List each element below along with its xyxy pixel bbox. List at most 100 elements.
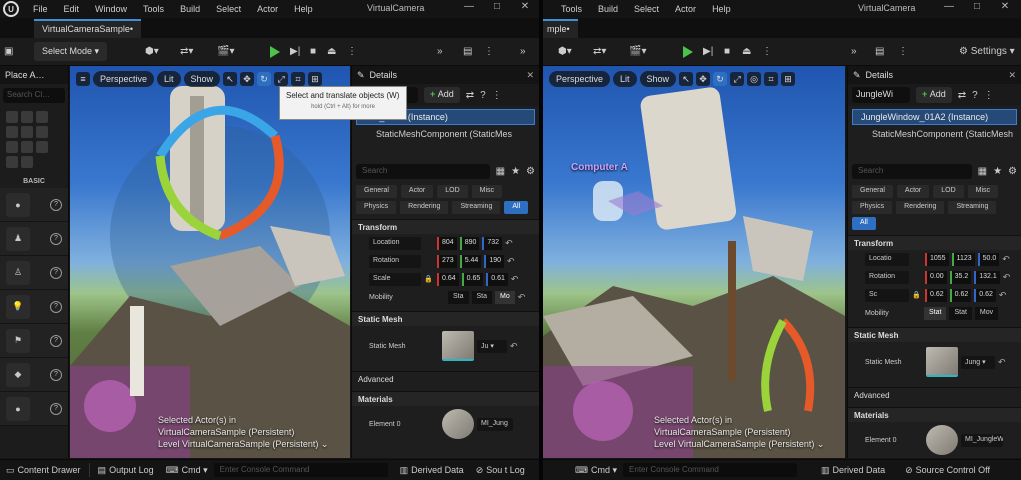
menu-actor[interactable]: Actor (249, 4, 286, 14)
material-dropdown[interactable]: MI_Jung (477, 417, 513, 431)
location-x[interactable]: 804 (437, 236, 457, 250)
component-staticmesh-row[interactable]: StaticMeshComponent (StaticMes (356, 127, 535, 143)
scale-tool-icon[interactable]: ⤢ (730, 72, 745, 86)
filter-physics[interactable]: Physics (852, 201, 893, 214)
help-icon[interactable]: ? (50, 232, 62, 245)
rotation-z[interactable]: 190 (484, 254, 504, 268)
blueprint-icon[interactable]: ⇄▾ (180, 43, 193, 60)
show-button[interactable]: Show (183, 71, 221, 87)
tab-virtualcamerasample[interactable]: mple• (543, 19, 578, 38)
mesh-thumbnail[interactable] (442, 331, 474, 361)
select-tool-icon[interactable]: ↖ (223, 72, 238, 86)
close-icon[interactable]: ✕ (991, 1, 1019, 12)
static-mesh-section[interactable]: Static Mesh (848, 327, 1021, 342)
menu-select[interactable]: Select (626, 4, 667, 14)
menu-build[interactable]: Build (590, 4, 626, 14)
derived-data-button[interactable]: ▥ Derived Data (394, 465, 470, 476)
location-z[interactable]: 732 (482, 236, 503, 250)
mesh-dropdown[interactable]: Jung ▾ (961, 355, 995, 369)
level-viewport-a[interactable]: ≡ Perspective Lit Show ↖ ✥ ↻ ⤢ ⌗ ⊞ Selec… (70, 66, 350, 458)
console-input[interactable]: Enter Console Command (623, 463, 798, 477)
recent-icon[interactable] (6, 111, 18, 123)
actor-item-cube[interactable]: ●? (0, 188, 68, 222)
rotation-z[interactable]: 132.1 (974, 270, 1000, 284)
advanced-section[interactable]: Advanced (848, 387, 1021, 402)
blueprint-icon[interactable]: ⇄ (958, 90, 966, 101)
perspective-button[interactable]: Perspective (93, 71, 155, 87)
source-control-button[interactable]: ⊘ Sou t Log (470, 465, 531, 476)
cinematics-icon[interactable]: 🎬▾ (629, 43, 646, 60)
lights-icon[interactable] (36, 111, 48, 123)
rotate-tool-icon[interactable]: ↻ (257, 72, 272, 86)
play-button[interactable] (683, 43, 693, 60)
help-icon[interactable]: ? (50, 266, 62, 279)
filter-all[interactable]: All (504, 201, 529, 214)
expand-toolbar-icon[interactable]: » (437, 43, 443, 60)
scale-dropdown[interactable]: Scale (369, 272, 421, 286)
browse-icon[interactable]: ↶ (510, 341, 518, 352)
translate-tool-icon[interactable]: ✥ (696, 72, 711, 86)
geometry-icon[interactable] (36, 126, 48, 138)
details-search-input[interactable]: Search (852, 163, 972, 179)
menu-actor[interactable]: Actor (667, 4, 704, 14)
perspective-button[interactable]: Perspective (549, 71, 611, 87)
rotation-x[interactable]: 0.00 (925, 270, 947, 284)
minimize-icon[interactable]: — (455, 1, 483, 12)
maximize-icon[interactable]: □ (483, 1, 511, 12)
stop-icon[interactable]: ■ (310, 43, 316, 60)
add-component-button[interactable]: + Add (916, 87, 952, 103)
filter-rendering[interactable]: Rendering (400, 201, 449, 214)
save-icon[interactable]: ▣ (4, 43, 13, 60)
transform-section[interactable]: Transform (352, 219, 539, 234)
level-viewport-b[interactable]: Computer A Perspective Lit Show ↖ ✥ ↻ ⤢ … (543, 66, 845, 458)
mobility-stationary[interactable]: Sta (471, 290, 493, 304)
filter-general[interactable]: General (852, 185, 893, 198)
console-input[interactable]: Enter Console Command (213, 463, 388, 477)
scale-y[interactable]: 0.62 (949, 288, 972, 302)
settings-button[interactable]: ⚙ Settings ▾ (959, 43, 1015, 60)
location-dropdown[interactable]: Locatio (865, 252, 909, 266)
star-icon[interactable]: ★ (993, 166, 1002, 177)
shapes-icon[interactable] (21, 111, 33, 123)
scale-z[interactable]: 0.61 (486, 272, 508, 286)
scale-dropdown[interactable]: Sc (865, 288, 909, 302)
filter-streaming[interactable]: Streaming (452, 201, 501, 214)
filter-misc[interactable]: Misc (471, 185, 503, 198)
menu-file[interactable]: File (25, 4, 56, 14)
mobility-movable[interactable]: Mo (495, 290, 515, 304)
mobility-static[interactable]: Sta (448, 290, 469, 304)
filter-misc[interactable]: Misc (967, 185, 999, 198)
details-tab[interactable]: ✎ Details ✕ (848, 66, 1021, 84)
advance-frame-icon[interactable]: ▶| (290, 43, 300, 60)
mobility-stationary[interactable]: Stat (949, 306, 972, 320)
level-line[interactable]: Level VirtualCameraSample (Persistent) ⌄ (654, 438, 824, 450)
reset-icon[interactable]: ↶ (999, 290, 1007, 301)
expand-right-icon[interactable]: » (520, 43, 526, 60)
add-component-button[interactable]: + Add (424, 87, 460, 103)
mesh-dropdown[interactable]: Ju ▾ (477, 339, 507, 353)
close-tab-icon[interactable]: ✕ (1008, 70, 1016, 81)
filter-lod[interactable]: LOD (437, 185, 468, 198)
filter-streaming[interactable]: Streaming (948, 201, 997, 214)
grid-snap-icon[interactable]: ⊞ (308, 72, 323, 86)
static-mesh-section[interactable]: Static Mesh (352, 311, 539, 326)
more-options-icon[interactable]: ⋮ (347, 43, 357, 60)
menu-edit[interactable]: Edit (56, 4, 88, 14)
extra-icon[interactable] (21, 156, 33, 168)
materials-section[interactable]: Materials (352, 391, 539, 406)
component-staticmesh-row[interactable]: StaticMeshComponent (StaticMesh (852, 127, 1017, 143)
table-view-icon[interactable]: ▦ (978, 166, 987, 177)
scale-y[interactable]: 0.65 (461, 272, 484, 286)
menu-build[interactable]: Build (172, 4, 208, 14)
actor-name-field[interactable]: JungleWi (852, 87, 910, 103)
filter-actor[interactable]: Actor (400, 185, 434, 198)
help-icon[interactable]: ? (50, 300, 62, 313)
eject-icon[interactable]: ⏏ (327, 43, 336, 60)
filter-general[interactable]: General (356, 185, 397, 198)
filter-lod[interactable]: LOD (933, 185, 964, 198)
actor-item-box-trigger[interactable]: ◆? (0, 358, 68, 392)
actor-item-light[interactable]: 💡? (0, 290, 68, 324)
rotation-x[interactable]: 273 (437, 254, 457, 268)
select-tool-icon[interactable]: ↖ (679, 72, 694, 86)
scale-x[interactable]: 0.62 (925, 288, 947, 302)
